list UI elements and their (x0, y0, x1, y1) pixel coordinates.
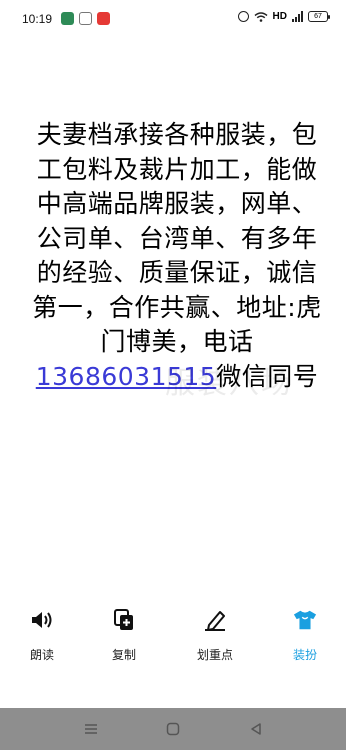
post-body-tail: 微信同号 (216, 361, 319, 391)
bottom-toolbar: 朗读 复制 划重点 装扮 (0, 600, 346, 670)
signal-icon (292, 11, 303, 22)
tshirt-icon (293, 608, 317, 632)
highlight-pen-icon (203, 608, 227, 632)
highlight-button[interactable]: 划重点 (180, 608, 250, 663)
wifi-icon (254, 11, 268, 22)
app-blue-icon (79, 12, 92, 25)
read-aloud-button[interactable]: 朗读 (7, 608, 77, 663)
status-bar: 10:19 HD 67 (0, 0, 346, 40)
post-text: 夫妻档承接各种服装，包工包料及裁片加工，能做中高端品牌服装，网单、公司单、台湾单… (28, 118, 326, 394)
system-nav-bar (0, 708, 346, 750)
status-time: 10:19 (22, 12, 53, 26)
dress-up-button[interactable]: 装扮 (270, 608, 340, 663)
app-green-icon (61, 12, 74, 25)
alarm-icon (237, 11, 249, 22)
battery-level: 67 (314, 13, 322, 20)
hd-label: HD (272, 11, 287, 22)
app-red-icon (97, 12, 110, 25)
menu-icon[interactable] (83, 721, 99, 737)
speaker-icon (30, 608, 54, 632)
post-body: 夫妻档承接各种服装，包工包料及裁片加工，能做中高端品牌服装，网单、公司单、台湾单… (32, 120, 322, 356)
tool-label: 朗读 (29, 648, 54, 662)
home-icon[interactable] (165, 721, 181, 737)
back-icon[interactable] (248, 721, 264, 737)
battery-icon: 67 (308, 11, 330, 22)
notification-icons (61, 12, 110, 25)
phone-link[interactable]: 13686031515 (36, 362, 216, 391)
tool-label: 复制 (111, 648, 136, 662)
copy-icon (112, 608, 136, 632)
copy-button[interactable]: 复制 (89, 608, 159, 663)
tool-label: 装扮 (292, 648, 317, 662)
tool-label: 划重点 (196, 648, 233, 662)
status-indicators: HD 67 (237, 11, 330, 22)
